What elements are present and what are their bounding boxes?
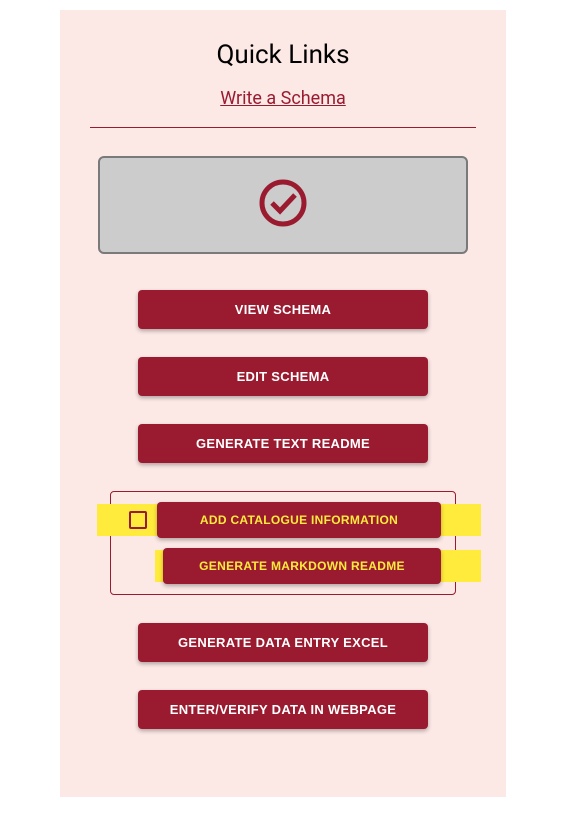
quick-links-panel: Quick Links Write a Schema VIEW SCHEMA E… [60,10,506,797]
highlight-row: GENERATE MARKDOWN README [125,548,441,584]
check-circle-icon [258,178,308,232]
generate-text-readme-button[interactable]: GENERATE TEXT README [138,424,428,463]
highlight-row: ADD CATALOGUE INFORMATION [125,502,441,538]
generate-markdown-button[interactable]: GENERATE MARKDOWN README [163,548,441,584]
add-catalogue-button[interactable]: ADD CATALOGUE INFORMATION [157,502,441,538]
status-box [98,156,468,254]
view-schema-button[interactable]: VIEW SCHEMA [138,290,428,329]
page-title: Quick Links [90,40,476,70]
write-schema-link[interactable]: Write a Schema [90,88,476,109]
checkbox-wrap [125,511,151,529]
highlighted-group: ADD CATALOGUE INFORMATION GENERATE MARKD… [110,491,456,595]
generate-excel-button[interactable]: GENERATE DATA ENTRY EXCEL [138,623,428,662]
enter-verify-button[interactable]: ENTER/VERIFY DATA IN WEBPAGE [138,690,428,729]
catalogue-checkbox[interactable] [129,511,147,529]
divider [90,127,476,128]
edit-schema-button[interactable]: EDIT SCHEMA [138,357,428,396]
